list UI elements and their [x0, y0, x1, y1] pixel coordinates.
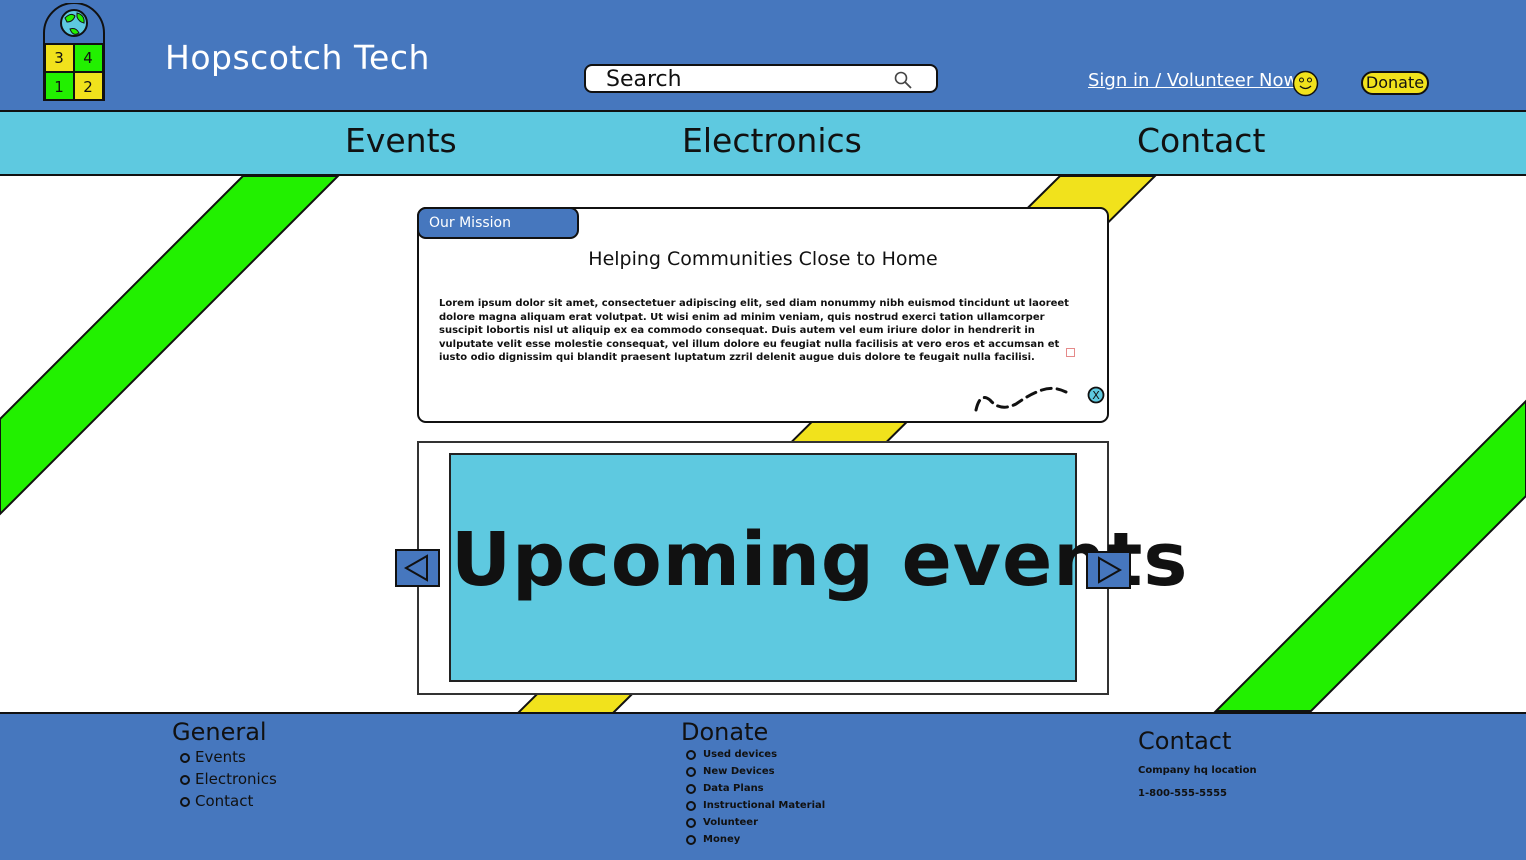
- bullet-icon: [180, 797, 190, 807]
- footer-donate: Donate Used devices New Devices Data Pla…: [681, 718, 825, 848]
- footer-link-label: Electronics: [195, 770, 277, 788]
- search-input[interactable]: Search: [584, 64, 938, 93]
- donate-button[interactable]: Donate: [1361, 71, 1429, 95]
- events-slide[interactable]: Upcoming events: [449, 453, 1189, 682]
- mission-body-text: Lorem ipsum dolor sit amet, consectetuer…: [439, 298, 1069, 363]
- logo-number: 1: [54, 78, 64, 96]
- footer-contact: Contact Company hq location 1-800-555-55…: [1138, 727, 1257, 799]
- footer-link-label: Volunteer: [703, 817, 759, 828]
- footer-location: Company hq location: [1138, 765, 1257, 776]
- mission-tab[interactable]: Our Mission: [417, 207, 579, 239]
- nav-item-contact[interactable]: Contact: [1137, 121, 1265, 160]
- carousel-next-button[interactable]: [1086, 551, 1131, 589]
- footer-link-data-plans[interactable]: Data Plans: [686, 780, 825, 797]
- footer-phone[interactable]: 1-800-555-5555: [1138, 788, 1257, 799]
- footer-general-heading: General: [172, 718, 267, 746]
- footer-link-label: Instructional Material: [703, 800, 826, 811]
- search-placeholder: Search: [606, 67, 682, 92]
- footer-link-electronics[interactable]: Electronics: [180, 768, 277, 790]
- site-footer: General Events Electronics Contact Donat…: [0, 712, 1526, 860]
- site-title[interactable]: Hopscotch Tech: [165, 38, 430, 77]
- logo-icon[interactable]: 3 4 1 2: [43, 3, 105, 101]
- search-icon[interactable]: [894, 71, 912, 89]
- bullet-icon: [686, 767, 696, 777]
- footer-link-events[interactable]: Events: [180, 746, 277, 768]
- carousel-prev-button[interactable]: [395, 549, 440, 587]
- bullet-icon: [686, 750, 696, 760]
- nav-item-events[interactable]: Events: [345, 121, 457, 160]
- close-icon[interactable]: X: [1087, 386, 1105, 404]
- footer-link-label: Data Plans: [703, 783, 764, 794]
- nav-item-electronics[interactable]: Electronics: [682, 121, 862, 160]
- mission-heading: Helping Communities Close to Home: [588, 248, 938, 270]
- resize-handle-icon[interactable]: [1066, 348, 1075, 357]
- close-glyph: X: [1092, 389, 1100, 402]
- footer-link-volunteer[interactable]: Volunteer: [686, 814, 825, 831]
- footer-contact-heading: Contact: [1138, 727, 1232, 755]
- bullet-icon: [686, 784, 696, 794]
- arrow-right-icon: [1098, 556, 1123, 584]
- bullet-icon: [686, 818, 696, 828]
- footer-link-money[interactable]: Money: [686, 831, 825, 848]
- events-title: Upcoming events: [451, 517, 1189, 603]
- arrow-left-icon: [403, 554, 428, 582]
- logo-number: 4: [83, 49, 93, 67]
- footer-link-new-devices[interactable]: New Devices: [686, 763, 825, 780]
- logo-number: 3: [54, 49, 64, 67]
- footer-link-instructional-material[interactable]: Instructional Material: [686, 797, 825, 814]
- bullet-icon: [686, 835, 696, 845]
- footer-donate-heading: Donate: [681, 718, 769, 746]
- footer-link-label: Contact: [195, 792, 254, 810]
- smiley-icon: [1292, 70, 1319, 97]
- footer-link-used-devices[interactable]: Used devices: [686, 746, 825, 763]
- footer-general: General Events Electronics Contact: [172, 718, 277, 812]
- footer-link-label: New Devices: [703, 766, 775, 777]
- bullet-icon: [180, 753, 190, 763]
- bullet-icon: [686, 801, 696, 811]
- site-header: 3 4 1 2 Hopscotch Tech Search Sign in / …: [0, 0, 1526, 112]
- bullet-icon: [180, 775, 190, 785]
- logo-number: 2: [83, 78, 93, 96]
- footer-link-contact[interactable]: Contact: [180, 790, 277, 812]
- footer-link-label: Used devices: [703, 749, 778, 760]
- sign-in-volunteer-link[interactable]: Sign in / Volunteer Now: [1088, 70, 1298, 91]
- main-nav: Events Electronics Contact: [0, 112, 1526, 176]
